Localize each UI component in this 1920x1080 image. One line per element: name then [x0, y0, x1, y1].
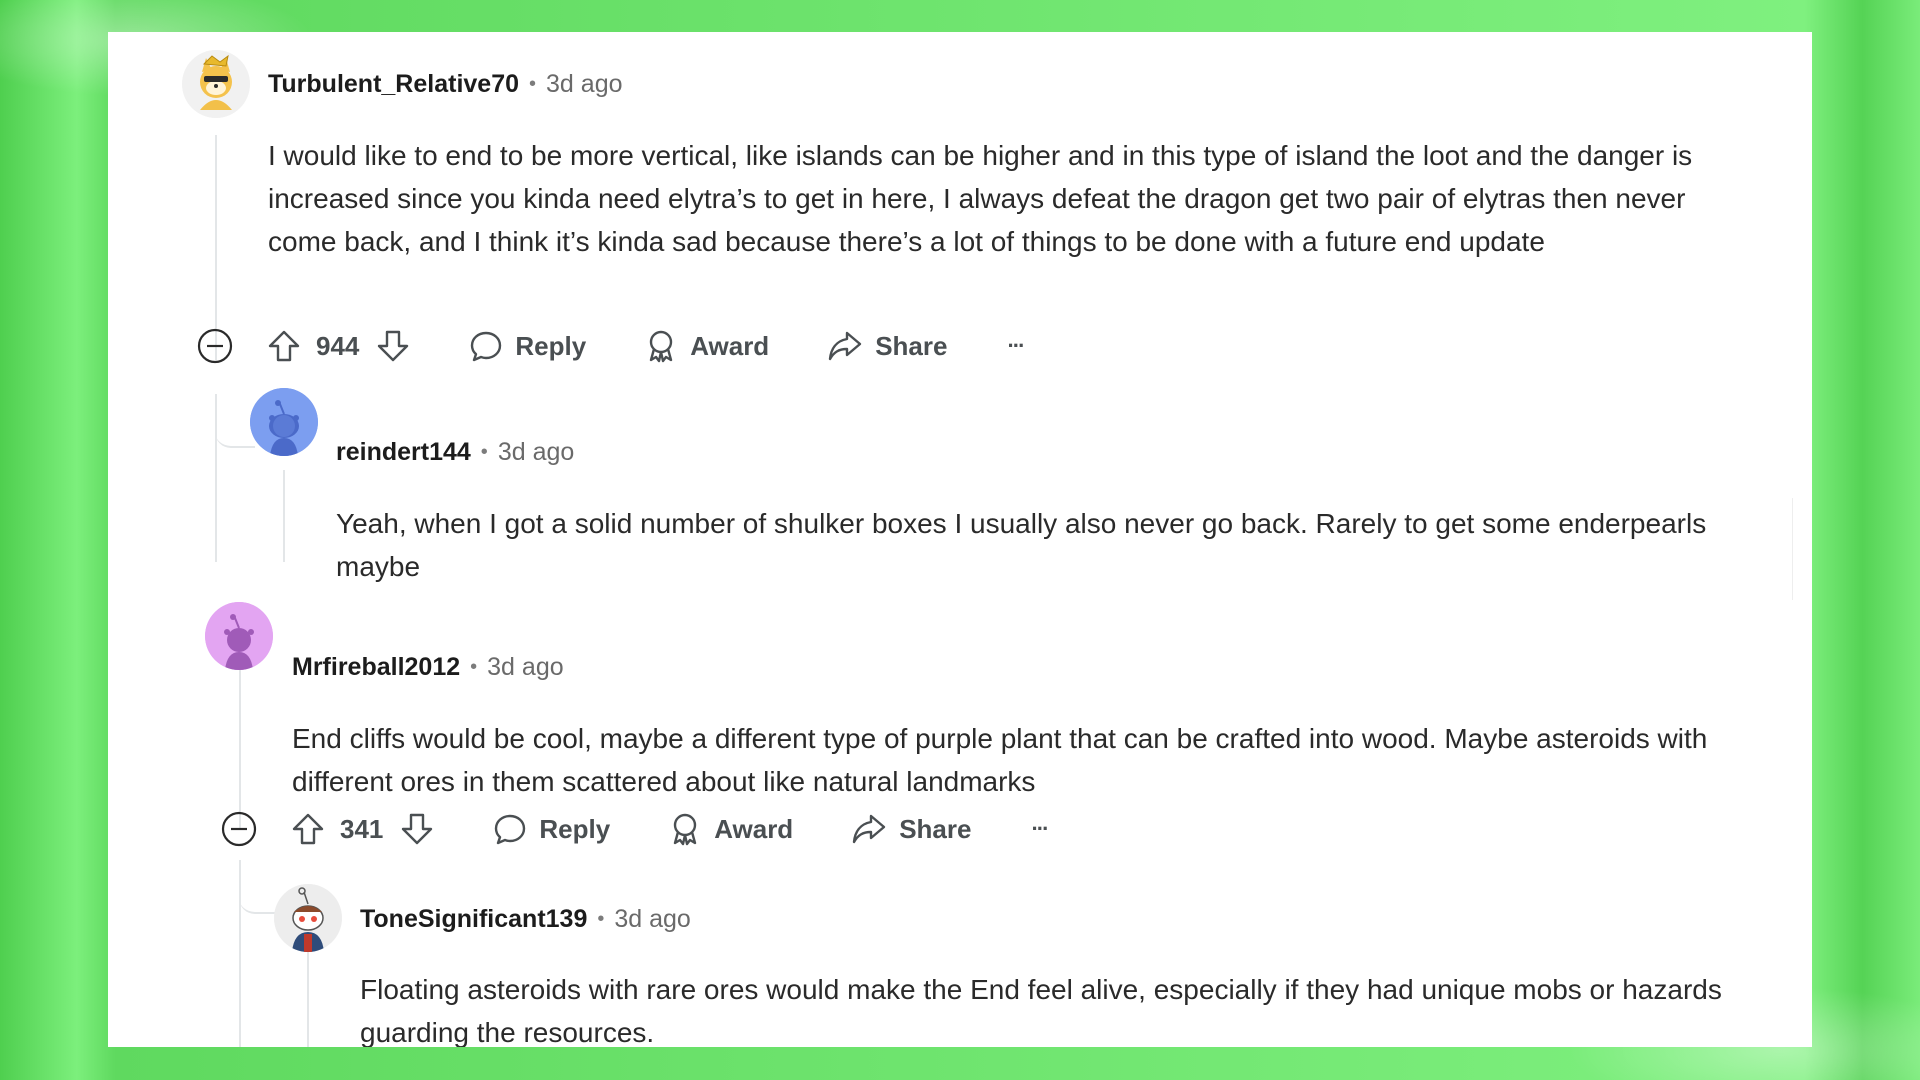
speech-bubble-icon — [495, 814, 526, 845]
comment-meta: reindert144 • 3d ago — [336, 438, 574, 467]
comment-body: Floating asteroids with rare ores would … — [360, 974, 1722, 1047]
timestamp[interactable]: 3d ago — [498, 438, 574, 467]
award-button[interactable]: Award — [644, 329, 769, 363]
purple-snoo-avatar-icon — [205, 602, 273, 670]
thread-line — [215, 135, 217, 360]
comment-body: End cliffs would be cool, maybe a differ… — [292, 723, 1708, 797]
share-arrow-icon — [829, 331, 862, 361]
award-ribbon-icon — [674, 813, 697, 846]
collapse-minus-icon — [197, 328, 233, 364]
snoo-character-avatar-icon — [274, 884, 342, 952]
thread-line — [307, 936, 309, 1047]
username[interactable]: ToneSignificant139 — [360, 905, 587, 934]
upvote-icon[interactable] — [266, 328, 302, 364]
more-options-button[interactable]: ··· — [1007, 333, 1025, 359]
thread-line — [283, 470, 285, 562]
vote-count: 341 — [340, 813, 384, 844]
downvote-icon[interactable] — [375, 328, 411, 364]
thread-elbow — [215, 394, 255, 448]
award-label: Award — [714, 813, 794, 844]
comment-meta: ToneSignificant139 • 3d ago — [360, 905, 691, 934]
share-arrow-icon — [853, 814, 886, 844]
collapse-minus-icon — [221, 811, 257, 847]
share-button[interactable]: Share — [827, 329, 947, 363]
upvote-icon[interactable] — [290, 811, 326, 847]
thread-line — [239, 670, 241, 828]
comment-actions: 944 Reply Award Share ··· — [266, 328, 1025, 364]
comment-body: I would like to end to be more vertical,… — [268, 140, 1693, 257]
separator-dot: • — [480, 441, 488, 463]
comment-meta: Mrfireball2012 • 3d ago — [292, 653, 564, 682]
comment-meta: Turbulent_Relative70 • 3d ago — [268, 70, 623, 99]
downvote-icon[interactable] — [399, 811, 435, 847]
reply-label: Reply — [515, 330, 587, 361]
avatar[interactable] — [182, 50, 250, 118]
separator-dot: • — [470, 656, 478, 678]
collapse-thread-button[interactable] — [197, 328, 233, 364]
more-options-button[interactable]: ··· — [1031, 816, 1049, 842]
reply-button[interactable]: Reply — [469, 329, 586, 363]
comment-body: Yeah, when I got a solid number of shulk… — [336, 508, 1707, 582]
username[interactable]: reindert144 — [336, 438, 471, 467]
award-ribbon-icon — [650, 330, 673, 363]
timestamp[interactable]: 3d ago — [487, 653, 563, 682]
scroll-edge — [1792, 498, 1812, 600]
separator-dot: • — [529, 73, 537, 95]
blue-snoo-avatar-icon — [250, 388, 318, 456]
vote-count: 944 — [316, 330, 360, 361]
award-label: Award — [690, 330, 770, 361]
username[interactable]: Mrfireball2012 — [292, 653, 460, 682]
username[interactable]: Turbulent_Relative70 — [268, 70, 519, 99]
share-label: Share — [899, 813, 972, 844]
reply-button[interactable]: Reply — [493, 812, 610, 846]
shiba-doge-avatar-icon — [182, 50, 250, 118]
avatar[interactable] — [274, 884, 342, 952]
timestamp[interactable]: 3d ago — [546, 70, 622, 99]
avatar[interactable] — [250, 388, 318, 456]
speech-bubble-icon — [471, 331, 502, 362]
thread-elbow — [239, 860, 279, 914]
timestamp[interactable]: 3d ago — [614, 905, 690, 934]
award-button[interactable]: Award — [668, 812, 793, 846]
comment-actions: 341 Reply Award Share ··· — [290, 811, 1049, 847]
reply-label: Reply — [539, 813, 611, 844]
separator-dot: • — [597, 908, 605, 930]
avatar[interactable] — [205, 602, 273, 670]
collapse-thread-button[interactable] — [221, 811, 257, 847]
share-label: Share — [875, 330, 948, 361]
comment-thread-card: Turbulent_Relative70 • 3d ago I would li… — [108, 32, 1812, 1047]
share-button[interactable]: Share — [851, 812, 971, 846]
